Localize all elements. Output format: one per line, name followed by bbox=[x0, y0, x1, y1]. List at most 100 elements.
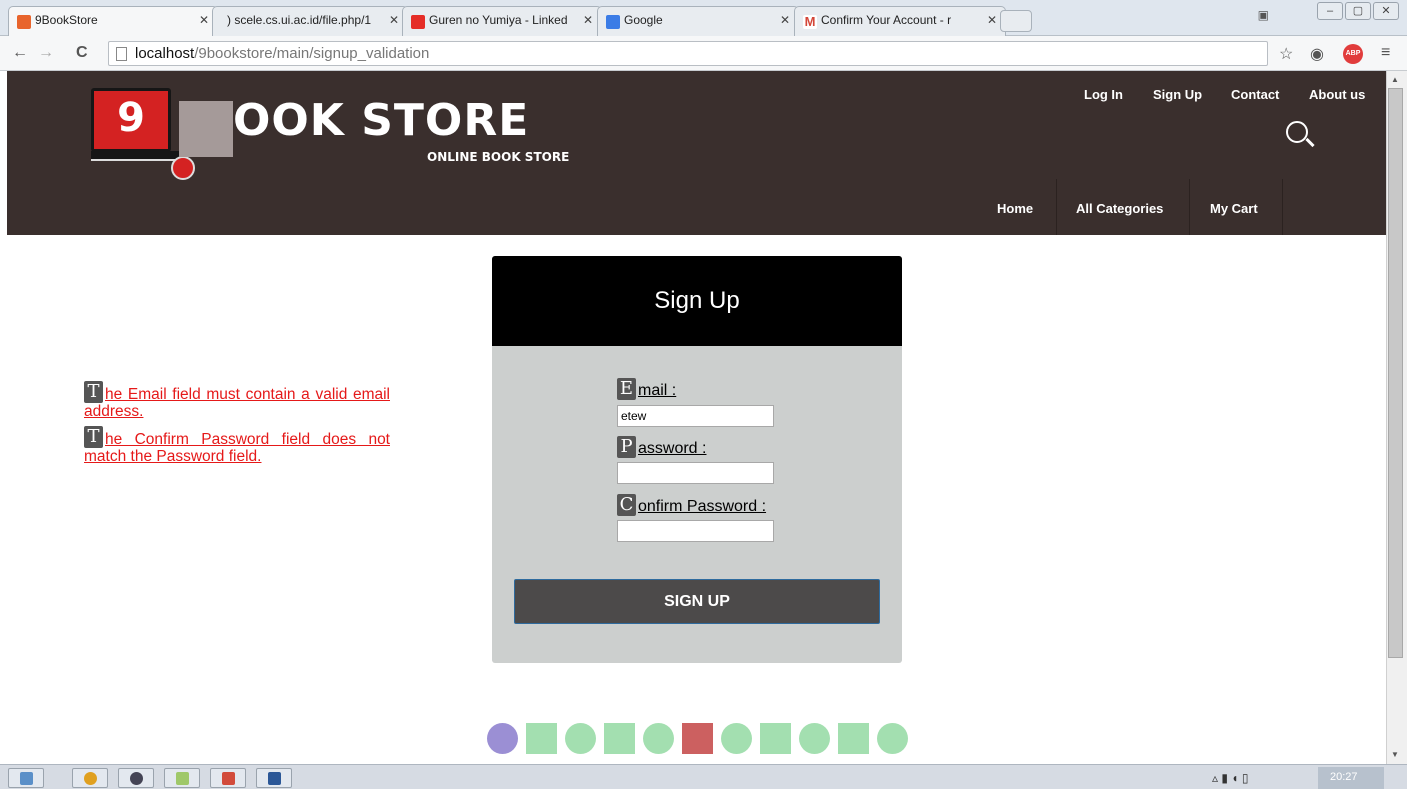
taskbar-clock: 20:27 bbox=[1330, 771, 1358, 783]
nav-home[interactable]: Home bbox=[997, 201, 1033, 216]
signup-submit-button[interactable]: SIGN UP bbox=[514, 579, 880, 624]
nav-divider bbox=[1282, 179, 1283, 235]
tab-title: 9BookStore bbox=[35, 13, 98, 27]
shape-circle bbox=[643, 723, 674, 754]
confirm-password-label-text: onfirm Password : bbox=[638, 498, 767, 515]
taskbar-word[interactable] bbox=[256, 768, 292, 788]
tab-youtube[interactable]: Guren no Yumiya - Linked ✕ bbox=[402, 6, 602, 36]
logo-letter-b-icon bbox=[179, 101, 233, 157]
site-header: 9 OOK STORE ONLINE BOOK STORE Log In Sig… bbox=[7, 71, 1386, 235]
logo-book-icon bbox=[91, 151, 181, 161]
error-email-text: he Email field must contain a valid emai… bbox=[84, 386, 390, 420]
shape-circle bbox=[565, 723, 596, 754]
tab-title: ) scele.cs.ui.ac.id/file.php/1 bbox=[227, 13, 372, 27]
files-icon bbox=[176, 772, 189, 785]
nav-sign-up[interactable]: Sign Up bbox=[1153, 87, 1202, 102]
address-bar[interactable]: localhost/9bookstore/main/signup_validat… bbox=[108, 41, 1268, 66]
drop-cap: P bbox=[617, 436, 636, 458]
nav-log-in[interactable]: Log In bbox=[1084, 87, 1123, 102]
logo-subtitle: ONLINE BOOK STORE bbox=[427, 150, 570, 164]
bookmark-star-icon[interactable]: ☆ bbox=[1279, 44, 1293, 64]
close-tab-icon[interactable]: ✕ bbox=[583, 13, 593, 27]
logo-title[interactable]: OOK STORE bbox=[233, 95, 529, 146]
email-label-text: mail : bbox=[638, 382, 677, 399]
url-path: /9bookstore/main/signup_validation bbox=[194, 45, 430, 62]
password-label: Password : bbox=[617, 436, 706, 458]
tab-google[interactable]: Google ✕ bbox=[597, 6, 799, 36]
close-tab-icon[interactable]: ✕ bbox=[987, 13, 997, 27]
back-arrow-icon[interactable]: ← bbox=[12, 44, 28, 62]
email-label: Email : bbox=[617, 378, 676, 400]
reload-icon[interactable]: C bbox=[76, 44, 88, 62]
cast-icon[interactable]: ▣ bbox=[1258, 8, 1269, 22]
taskbar-chrome[interactable] bbox=[72, 768, 108, 788]
shape-square bbox=[682, 723, 713, 754]
app-icon bbox=[130, 772, 143, 785]
close-tab-icon[interactable]: ✕ bbox=[389, 13, 399, 27]
adblock-plus-icon[interactable]: ABP bbox=[1343, 44, 1363, 64]
taskbar-files[interactable] bbox=[164, 768, 200, 788]
error-confirm-text: he Confirm Password field does not match… bbox=[84, 431, 390, 465]
nav-my-cart[interactable]: My Cart bbox=[1210, 201, 1258, 216]
shape-circle bbox=[721, 723, 752, 754]
folder-icon bbox=[20, 772, 33, 785]
google-favicon-icon bbox=[606, 15, 620, 29]
presentation-icon bbox=[222, 772, 235, 785]
maximize-button[interactable]: ▢ bbox=[1345, 2, 1371, 20]
close-tab-icon[interactable]: ✕ bbox=[199, 13, 209, 27]
minimize-button[interactable]: – bbox=[1317, 2, 1343, 20]
menu-icon[interactable]: ≡ bbox=[1381, 44, 1390, 62]
tab-title: Google bbox=[624, 13, 663, 27]
shape-square bbox=[760, 723, 791, 754]
tab-title: Guren no Yumiya - Linked bbox=[429, 13, 568, 27]
bookstore-favicon-icon bbox=[17, 15, 31, 29]
tab-9bookstore[interactable]: 9BookStore ✕ bbox=[8, 6, 218, 36]
os-taskbar: ▵ ▮ ◖ ▯ 20:27 bbox=[0, 764, 1407, 789]
password-label-text: assword : bbox=[638, 440, 707, 457]
taskbar-explorer[interactable] bbox=[8, 768, 44, 788]
taskbar-app[interactable] bbox=[118, 768, 154, 788]
nav-all-categories[interactable]: All Categories bbox=[1076, 201, 1163, 216]
logo-cart-icon bbox=[171, 156, 195, 180]
validation-errors: The Email field must contain a valid ema… bbox=[84, 381, 390, 471]
error-confirm-password: The Confirm Password field does not matc… bbox=[84, 426, 390, 465]
shape-circle bbox=[877, 723, 908, 754]
close-window-button[interactable]: ✕ bbox=[1373, 2, 1399, 20]
confirm-password-field[interactable] bbox=[617, 520, 774, 542]
nav-contact[interactable]: Contact bbox=[1231, 87, 1279, 102]
drop-cap: T bbox=[84, 426, 103, 448]
search-icon[interactable] bbox=[1286, 121, 1308, 143]
youtube-favicon-icon bbox=[411, 15, 425, 29]
word-icon bbox=[268, 772, 281, 785]
logo-number-badge[interactable]: 9 bbox=[91, 88, 171, 152]
shape-circle bbox=[487, 723, 518, 754]
signup-title: Sign Up bbox=[492, 256, 902, 346]
nav-about-us[interactable]: About us bbox=[1309, 87, 1365, 102]
window-controls: – ▢ ✕ bbox=[1317, 2, 1399, 20]
new-tab-button[interactable] bbox=[1000, 10, 1032, 32]
scroll-up-arrow-icon[interactable]: ▲ bbox=[1391, 75, 1399, 84]
page-icon bbox=[116, 47, 127, 61]
drop-cap: C bbox=[617, 494, 636, 516]
tab-scele[interactable]: ) scele.cs.ui.ac.id/file.php/1 ✕ bbox=[212, 6, 408, 36]
tab-title: Confirm Your Account - r bbox=[821, 13, 952, 27]
tab-gmail[interactable]: M Confirm Your Account - r ✕ bbox=[794, 6, 1006, 36]
email-field[interactable] bbox=[617, 405, 774, 427]
camera-extension-icon[interactable]: ◉ bbox=[1310, 44, 1324, 64]
chrome-icon bbox=[84, 772, 97, 785]
drop-cap: E bbox=[617, 378, 636, 400]
browser-tab-strip: 9BookStore ✕ ) scele.cs.ui.ac.id/file.ph… bbox=[0, 0, 1407, 36]
nav-divider bbox=[1056, 179, 1057, 235]
nav-divider bbox=[1189, 179, 1190, 235]
taskbar-presentation[interactable] bbox=[210, 768, 246, 788]
close-tab-icon[interactable]: ✕ bbox=[780, 13, 790, 27]
url-host: localhost bbox=[135, 45, 195, 62]
scrollbar-thumb[interactable] bbox=[1388, 88, 1403, 658]
shape-square bbox=[838, 723, 869, 754]
drop-cap: T bbox=[84, 381, 103, 403]
scroll-down-arrow-icon[interactable]: ▼ bbox=[1391, 750, 1399, 759]
forward-arrow-icon[interactable]: → bbox=[38, 44, 54, 62]
password-field[interactable] bbox=[617, 462, 774, 484]
tray-icons[interactable]: ▵ ▮ ◖ ▯ bbox=[1212, 771, 1248, 785]
browser-toolbar: ← → C localhost/9bookstore/main/signup_v… bbox=[0, 36, 1407, 71]
